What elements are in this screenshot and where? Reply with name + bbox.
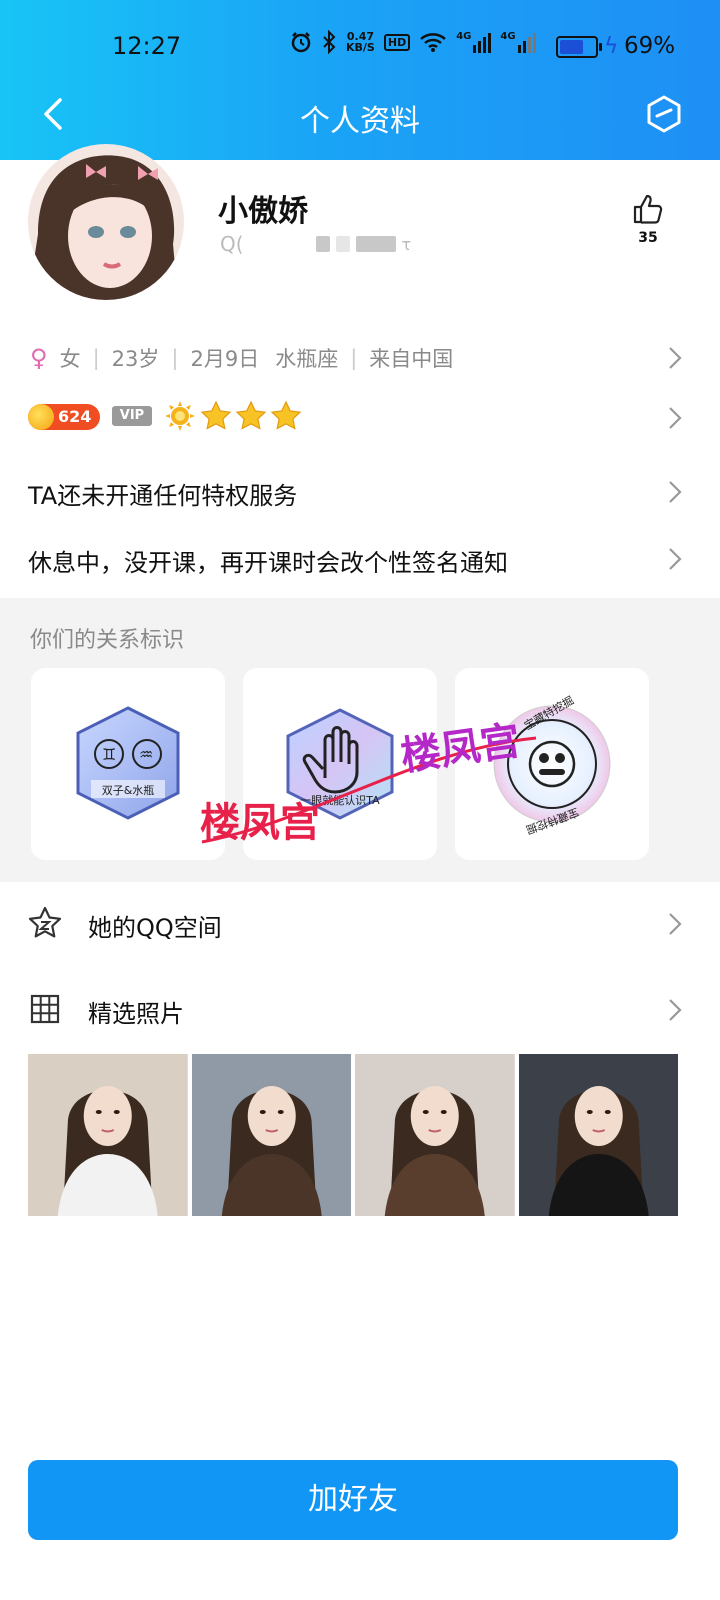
alarm-icon (291, 32, 311, 53)
age: 23岁 (111, 347, 160, 371)
coin-badge: 624 (28, 404, 100, 430)
status-time: 12:27 (112, 32, 182, 60)
chevron-right-icon (669, 913, 682, 935)
photo-2[interactable] (191, 1054, 351, 1216)
like-button[interactable]: 35 (624, 192, 672, 246)
chevron-right-icon (669, 407, 682, 429)
hexagon-settings-icon[interactable] (644, 94, 684, 134)
photo-1[interactable] (28, 1054, 188, 1216)
chevron-right-icon (669, 548, 682, 570)
signal-icon-1: 4G (456, 31, 492, 53)
net-speed: 0.47 KB/S (346, 30, 375, 54)
status-bar: 12:27 0.47 KB/S HD 4G 4G ϟ 69% (0, 0, 720, 96)
svg-text:♒: ♒ (139, 745, 153, 764)
qzone-row[interactable]: 她的QQ空间 (0, 904, 720, 944)
battery-percent: 69% (624, 33, 676, 59)
chevron-right-icon (669, 481, 682, 503)
female-icon: ♀ (30, 344, 48, 372)
star-level-icon (235, 400, 267, 430)
privilege-text: TA还未开通任何特权服务 (28, 482, 298, 510)
star-level-icon (200, 400, 232, 430)
star-level-icon (270, 400, 302, 430)
page-title: 个人资料 (300, 104, 420, 139)
wifi-icon (420, 33, 447, 52)
location: 来自中国 (369, 347, 454, 371)
signature-text: 休息中，没开课，再开课时会改个性签名通知 (28, 549, 508, 577)
photo-4[interactable] (518, 1054, 678, 1216)
star-outline-icon (28, 906, 62, 938)
svg-text:♊: ♊ (102, 745, 116, 764)
status-icons: 0.47 KB/S HD 4G 4G (290, 30, 536, 54)
photo-strip (28, 1054, 678, 1216)
charging-icon: ϟ (604, 34, 619, 59)
grid-icon (30, 994, 60, 1024)
qq-number: Q( τ (220, 232, 412, 256)
photos-row[interactable]: 精选照片 (0, 990, 720, 1030)
like-count: 35 (638, 230, 658, 246)
relations-title: 你们的关系标识 (30, 628, 185, 653)
thumbs-up-icon (633, 194, 663, 224)
birthday: 2月9日 (190, 347, 260, 371)
coin-icon (28, 404, 54, 430)
basic-info-row[interactable]: ♀ 女 | 23岁 | 2月9日 水瓶座 | 来自中国 (0, 338, 720, 378)
add-friend-button[interactable]: 加好友 (28, 1460, 678, 1540)
vip-badge: VIP (112, 406, 152, 426)
relation-label: 双子&水瓶 (102, 783, 155, 797)
header-bar: 12:27 0.47 KB/S HD 4G 4G ϟ 69% 个人资料 (0, 0, 720, 160)
signature-row[interactable]: 休息中，没开课，再开课时会改个性签名通知 (0, 541, 720, 577)
hd-icon: HD (383, 33, 411, 51)
watermark-text: 楼凤宫 (200, 799, 320, 846)
qzone-label: 她的QQ空间 (88, 914, 222, 942)
nickname: 小傲娇 (218, 194, 308, 229)
zodiac: 水瓶座 (275, 347, 339, 371)
privilege-row[interactable]: TA还未开通任何特权服务 (0, 474, 720, 510)
chevron-right-icon (669, 347, 682, 369)
photo-3[interactable] (355, 1054, 515, 1216)
battery-icon (556, 36, 602, 58)
sun-level-icon (165, 401, 195, 431)
level-badges-row[interactable]: 624 VIP (0, 398, 720, 438)
avatar[interactable] (28, 144, 184, 300)
signal-icon-2: 4G (500, 31, 536, 53)
gender: 女 (59, 347, 81, 371)
bluetooth-icon (323, 30, 336, 54)
photos-label: 精选照片 (88, 1000, 184, 1028)
chevron-right-icon (669, 999, 682, 1021)
